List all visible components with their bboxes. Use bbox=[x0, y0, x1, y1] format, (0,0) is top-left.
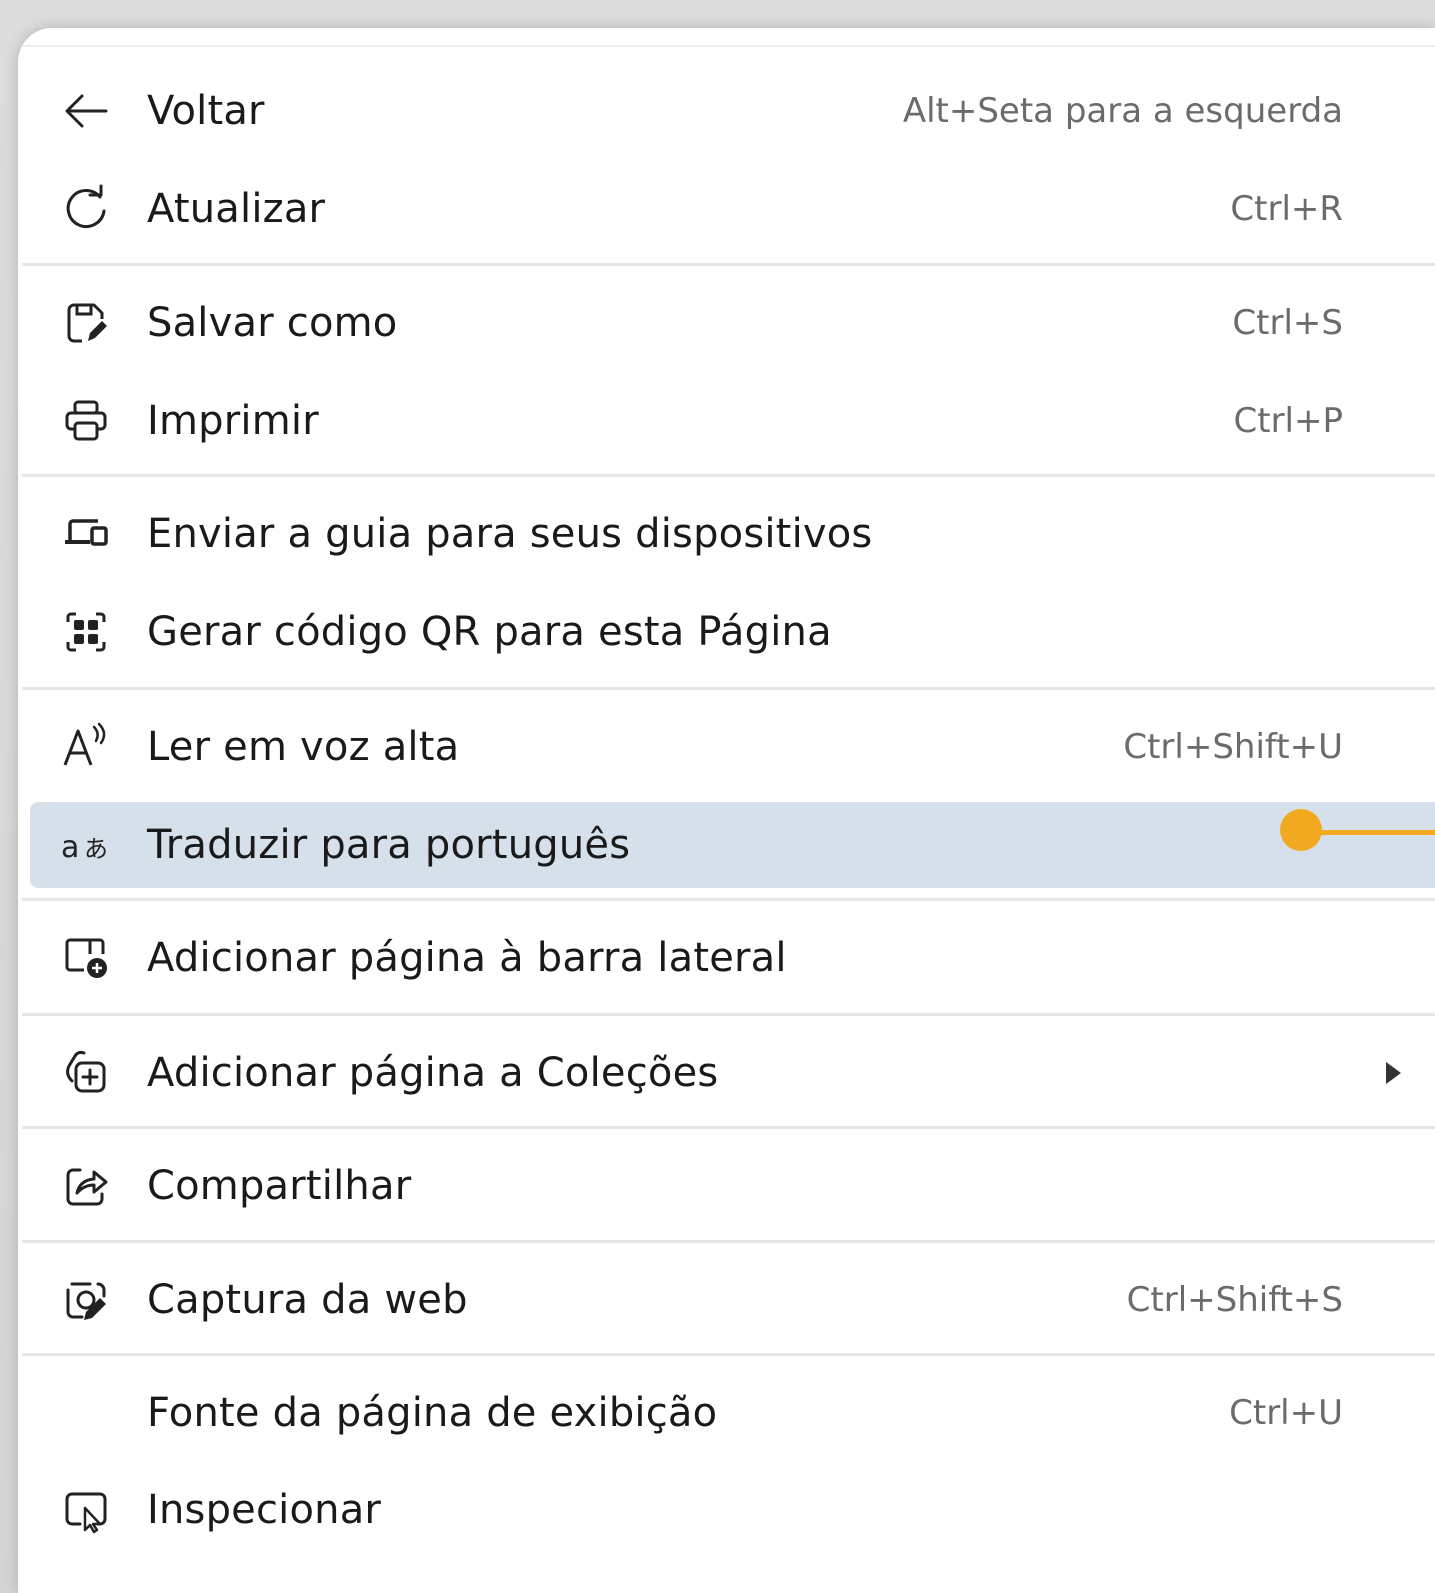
svg-text:a: a bbox=[61, 830, 79, 865]
translate-icon: aあ bbox=[60, 819, 112, 871]
menu-item-label: Fonte da página de exibição bbox=[147, 1390, 718, 1436]
menu-item-save-as[interactable]: Salvar como Ctrl+S bbox=[30, 280, 1435, 366]
menu-divider bbox=[22, 1353, 1435, 1356]
menu-item-generate-qr[interactable]: Gerar código QR para esta Página bbox=[30, 589, 1435, 675]
web-capture-icon bbox=[60, 1274, 112, 1326]
menu-item-label: Captura da web bbox=[147, 1277, 468, 1323]
menu-divider bbox=[22, 1126, 1435, 1129]
menu-divider bbox=[22, 898, 1435, 901]
menu-item-view-page-source[interactable]: Fonte da página de exibição Ctrl+U bbox=[30, 1370, 1435, 1456]
menu-item-inspect[interactable]: Inspecionar bbox=[30, 1467, 1435, 1553]
menu-item-shortcut: Ctrl+S bbox=[1232, 303, 1343, 343]
menu-item-share[interactable]: Compartilhar bbox=[30, 1143, 1435, 1229]
menu-item-shortcut: Ctrl+Shift+U bbox=[1123, 727, 1343, 767]
menu-top-line bbox=[18, 45, 1435, 47]
menu-item-label: Ler em voz alta bbox=[147, 724, 460, 770]
arrow-left-icon bbox=[60, 85, 112, 137]
menu-item-label: Voltar bbox=[147, 88, 265, 134]
qr-code-icon bbox=[60, 606, 112, 658]
menu-item-translate[interactable]: aあ Traduzir para português bbox=[30, 802, 1435, 888]
refresh-icon bbox=[60, 183, 112, 235]
menu-divider bbox=[22, 263, 1435, 266]
share-icon bbox=[60, 1160, 112, 1212]
menu-item-label: Adicionar página à barra lateral bbox=[147, 935, 787, 981]
menu-item-print[interactable]: Imprimir Ctrl+P bbox=[30, 378, 1435, 464]
menu-item-label: Salvar como bbox=[147, 300, 398, 346]
menu-item-label: Gerar código QR para esta Página bbox=[147, 609, 832, 655]
menu-divider bbox=[22, 687, 1435, 690]
submenu-arrow-icon bbox=[1386, 1062, 1401, 1084]
menu-item-add-to-sidebar[interactable]: Adicionar página à barra lateral bbox=[30, 915, 1435, 1001]
menu-divider bbox=[22, 1240, 1435, 1243]
menu-item-send-tab-to-devices[interactable]: Enviar a guia para seus dispositivos bbox=[30, 491, 1435, 577]
menu-item-shortcut: Ctrl+P bbox=[1233, 401, 1344, 441]
menu-item-shortcut: Alt+Seta para a esquerda bbox=[902, 91, 1343, 131]
menu-item-label: Traduzir para português bbox=[147, 822, 631, 868]
menu-item-back[interactable]: Voltar Alt+Seta para a esquerda bbox=[30, 68, 1435, 154]
menu-item-label: Inspecionar bbox=[147, 1487, 382, 1533]
menu-item-shortcut: Ctrl+U bbox=[1229, 1393, 1343, 1433]
menu-item-label: Imprimir bbox=[147, 398, 319, 444]
collections-add-icon bbox=[60, 1047, 112, 1099]
inspect-icon bbox=[60, 1484, 112, 1536]
save-as-icon bbox=[60, 297, 112, 349]
menu-item-read-aloud[interactable]: Ler em voz alta Ctrl+Shift+U bbox=[30, 704, 1435, 790]
menu-item-label: Adicionar página a Coleções bbox=[147, 1050, 719, 1096]
devices-icon bbox=[60, 508, 112, 560]
menu-item-label: Enviar a guia para seus dispositivos bbox=[147, 511, 873, 557]
add-to-sidebar-icon bbox=[60, 932, 112, 984]
menu-item-add-to-collections[interactable]: Adicionar página a Coleções bbox=[30, 1030, 1435, 1116]
menu-item-refresh[interactable]: Atualizar Ctrl+R bbox=[30, 166, 1435, 252]
menu-divider bbox=[22, 474, 1435, 477]
svg-text:あ: あ bbox=[84, 835, 108, 863]
menu-divider bbox=[22, 1013, 1435, 1016]
menu-item-label: Atualizar bbox=[147, 186, 326, 232]
context-menu: Voltar Alt+Seta para a esquerda Atualiza… bbox=[18, 28, 1435, 1593]
read-aloud-icon bbox=[60, 721, 112, 773]
menu-item-label: Compartilhar bbox=[147, 1163, 412, 1209]
menu-item-shortcut: Ctrl+R bbox=[1230, 189, 1343, 229]
menu-item-web-capture[interactable]: Captura da web Ctrl+Shift+S bbox=[30, 1257, 1435, 1343]
printer-icon bbox=[60, 395, 112, 447]
menu-item-shortcut: Ctrl+Shift+S bbox=[1126, 1280, 1343, 1320]
callout-dot bbox=[1280, 809, 1322, 851]
